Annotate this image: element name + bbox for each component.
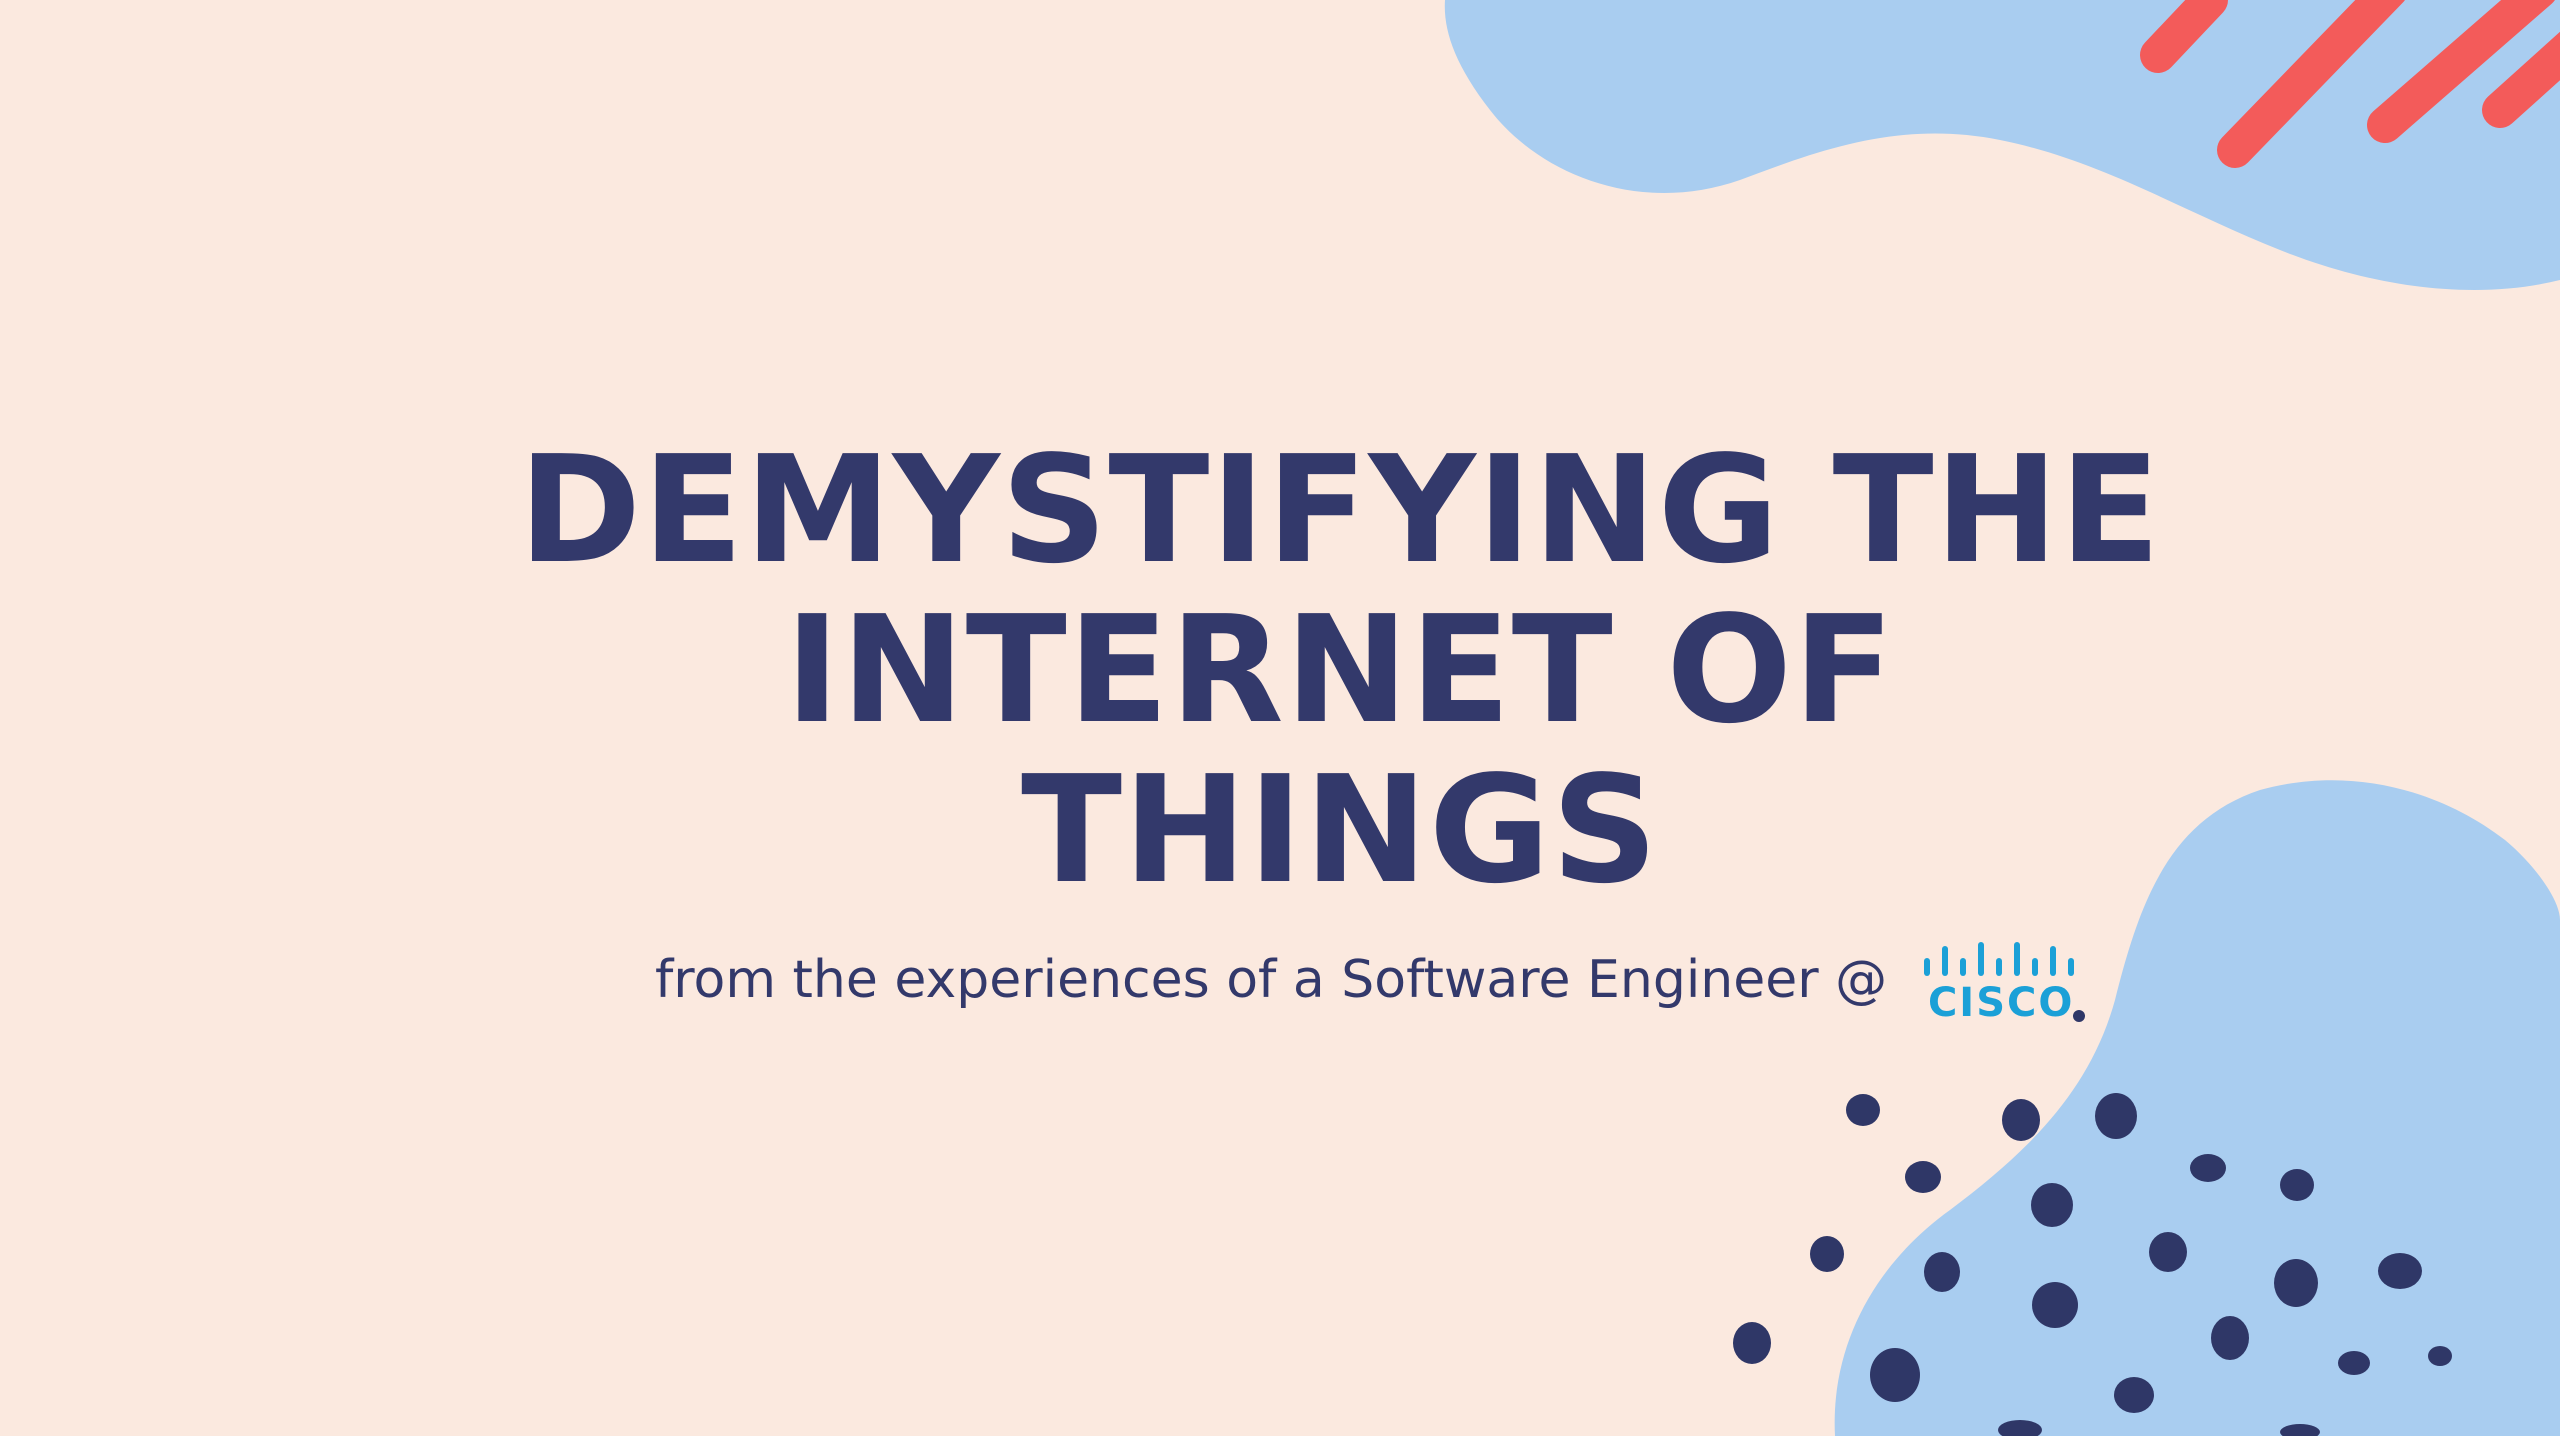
- cisco-bars-icon: [1924, 942, 2075, 976]
- title-slide: DEMYSTIFYING THE INTERNET OF THINGS from…: [0, 0, 2560, 1436]
- title-line-1: DEMYSTIFYING THE: [518, 424, 2162, 596]
- subtitle-row: from the experiences of a Software Engin…: [655, 935, 2091, 1025]
- title-line-3: THINGS: [1021, 744, 1659, 916]
- subtitle: from the experiences of a Software Engin…: [655, 950, 1888, 1010]
- cisco-logo-icon: cisco: [1921, 935, 2091, 1025]
- title-line-2: INTERNET OF: [784, 584, 1896, 756]
- blob-top-right: [1444, 0, 2560, 290]
- slide-title: DEMYSTIFYING THE INTERNET OF THINGS: [0, 430, 2560, 910]
- cisco-wordmark: cisco: [1927, 980, 2075, 1026]
